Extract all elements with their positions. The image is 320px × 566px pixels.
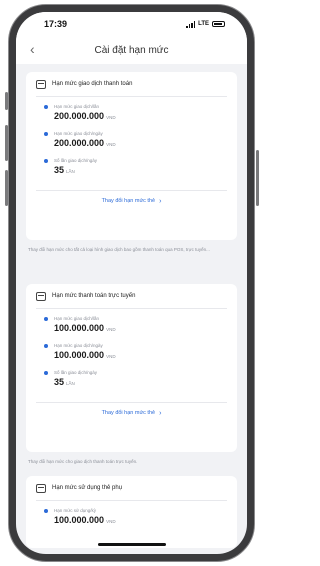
bullet-icon — [44, 105, 48, 109]
limit-value: 200.000.000 VND — [54, 111, 116, 121]
limit-item: Hạn mức giao dịch/ngày 200.000.000 VND — [26, 130, 237, 151]
limit-item: Hạn mức sử dụng/kỳ 100.000.000 VND — [26, 507, 237, 528]
bullet-icon — [44, 317, 48, 321]
limit-label: Hạn mức sử dụng/kỳ — [54, 508, 97, 513]
signal-icon — [186, 20, 196, 28]
bullet-icon — [44, 509, 48, 513]
limit-item: Hạn mức giao dịch/lần 100.000.000 VND — [26, 315, 237, 336]
limit-value: 35 LẦN — [54, 377, 75, 387]
status-time: 17:39 — [44, 19, 68, 29]
limit-label: Hạn mức giao dịch/lần — [54, 104, 100, 109]
divider — [36, 500, 227, 501]
chevron-right-icon: › — [159, 409, 162, 417]
navigation-bar: ‹ Cài đặt hạn mức — [16, 36, 247, 64]
screen: 17:39 LTE ‹ Cài đặt hạn mức Hạn mức giao… — [16, 12, 247, 554]
limit-label: Số lần giao dịch/ngày — [54, 370, 98, 375]
status-bar: 17:39 LTE — [16, 12, 247, 36]
limit-item: Hạn mức giao dịch/lần 200.000.000 VND — [26, 103, 237, 124]
limit-value: 100.000.000 VND — [54, 515, 116, 525]
card-title: Hạn mức thanh toán trực tuyến — [52, 293, 136, 299]
card-header: Hạn mức thanh toán trực tuyến — [26, 284, 237, 308]
limit-value: 100.000.000 VND — [54, 323, 116, 333]
bullet-icon — [44, 159, 48, 163]
volume-up-button — [5, 125, 8, 161]
mute-switch — [5, 92, 8, 110]
card-icon — [36, 483, 46, 493]
online-limit-note: Thay đổi hạn mức cho giao dịch thanh toá… — [28, 459, 138, 464]
card-title: Hạn mức giao dịch thanh toán — [52, 81, 133, 87]
button-label: Thay đổi hạn mức thẻ — [101, 410, 156, 416]
power-button — [256, 150, 259, 206]
battery-icon — [212, 21, 225, 27]
network-type: LTE — [198, 21, 209, 27]
payment-terminal-icon — [36, 79, 46, 89]
status-icons: LTE — [186, 20, 225, 28]
limit-value: 100.000.000 VND — [54, 350, 116, 360]
limit-label: Hạn mức giao dịch/ngày — [54, 131, 103, 136]
chevron-left-icon[interactable]: ‹ — [30, 42, 35, 56]
limit-label: Số lần giao dịch/ngày — [54, 158, 98, 163]
bullet-icon — [44, 344, 48, 348]
limit-label: Hạn mức giao dịch/lần — [54, 316, 100, 321]
change-online-limit-button[interactable]: Thay đổi hạn mức thẻ › — [26, 403, 237, 423]
divider — [36, 96, 227, 97]
limit-value: 35 LẦN — [54, 165, 75, 175]
payment-limit-card: Hạn mức giao dịch thanh toán Hạn mức gia… — [26, 72, 237, 240]
payment-limit-note: Thay đổi hạn mức cho tất cả loại hình gi… — [28, 247, 210, 252]
chevron-right-icon: › — [159, 197, 162, 205]
card-title: Hạn mức sử dụng thẻ phụ — [52, 485, 123, 491]
card-header: Hạn mức giao dịch thanh toán — [26, 72, 237, 96]
divider — [36, 308, 227, 309]
home-indicator[interactable] — [98, 543, 166, 546]
limit-item: Số lần giao dịch/ngày 35 LẦN — [26, 157, 237, 178]
supplementary-card-limit-card: Hạn mức sử dụng thẻ phụ Hạn mức sử dụng/… — [26, 476, 237, 548]
bullet-icon — [44, 132, 48, 136]
online-payment-icon — [36, 291, 46, 301]
bullet-icon — [44, 371, 48, 375]
limit-item: Hạn mức giao dịch/ngày 100.000.000 VND — [26, 342, 237, 363]
limit-item: Số lần giao dịch/ngày 35 LẦN — [26, 369, 237, 390]
volume-down-button — [5, 170, 8, 206]
card-header: Hạn mức sử dụng thẻ phụ — [26, 476, 237, 500]
limit-label: Hạn mức giao dịch/ngày — [54, 343, 103, 348]
limit-value: 200.000.000 VND — [54, 138, 116, 148]
page-title: Cài đặt hạn mức — [94, 44, 169, 56]
change-payment-limit-button[interactable]: Thay đổi hạn mức thẻ › — [26, 191, 237, 211]
online-payment-limit-card: Hạn mức thanh toán trực tuyến Hạn mức gi… — [26, 284, 237, 452]
button-label: Thay đổi hạn mức thẻ — [101, 198, 156, 204]
